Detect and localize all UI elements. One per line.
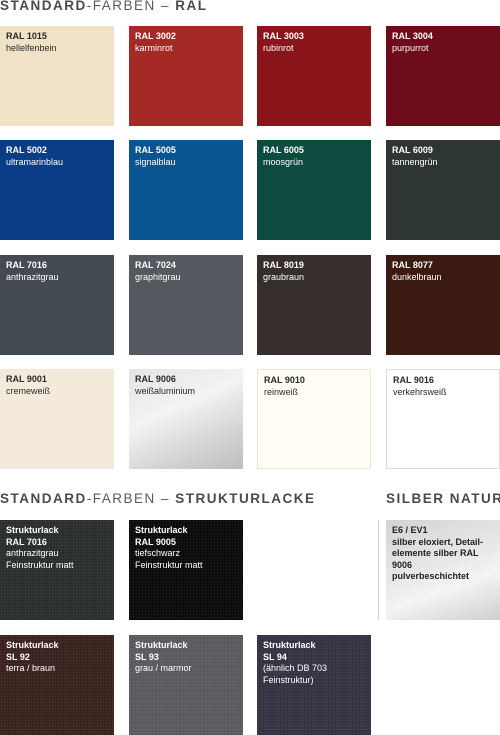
strukturlack-title-line: Strukturlack	[263, 640, 316, 650]
strukturlack-detail-line: (ähnlich DB 703	[263, 663, 328, 673]
ral-code: RAL 8019	[263, 260, 304, 270]
strukturlack-text: Strukturlack RAL 9005 tiefschwarz Feinstruk…	[135, 525, 203, 571]
ral-color-name: dunkelbraun	[392, 272, 442, 282]
struct-section-heading: STANDARD-FARBEN – STRUKTURLACKE	[0, 491, 316, 506]
silver-line: pulverbeschichtet	[392, 571, 470, 581]
heading-part-standard: STANDARD	[0, 0, 87, 13]
ral-swatch: RAL 7016 anthrazitgrau	[0, 255, 114, 355]
ral-color-name: graphitgrau	[135, 272, 181, 282]
ral-color-name: anthrazitgrau	[6, 272, 59, 282]
ral-swatch: RAL 3002 karminrot	[129, 26, 243, 126]
strukturlack-text: Strukturlack SL 92 terra / braun	[6, 640, 59, 675]
heading-part-standard: STANDARD	[0, 491, 87, 506]
strukturlack-detail-line: Feinstruktur)	[263, 674, 314, 685]
ral-swatch: RAL 9006 weißaluminium	[129, 369, 243, 469]
ral-color-name: reinweiß	[264, 387, 299, 397]
strukturlack-detail-line: tiefschwarz	[135, 548, 181, 558]
heading-part-farben: -FARBEN –	[86, 491, 176, 506]
strukturlack-title-line: Strukturlack	[6, 640, 59, 650]
strukturlack-swatch: Strukturlack SL 92 terra / braun	[0, 635, 114, 735]
strukturlack-title-line: SL 92	[6, 651, 30, 662]
ral-swatch: RAL 6009 tannengrün	[386, 140, 500, 240]
strukturlack-detail-line: anthrazitgrau	[6, 548, 59, 558]
heading-part-ral: RAL	[175, 0, 208, 13]
ral-color-name: moosgrün	[263, 157, 304, 167]
strukturlack-swatch: Strukturlack SL 93 grau / marmor	[129, 635, 243, 735]
ral-code: RAL 5005	[135, 145, 176, 155]
strukturlack-swatch: Strukturlack SL 94 (ähnlich DB 703 Feinstru…	[257, 635, 371, 735]
ral-code: RAL 5002	[6, 145, 47, 155]
strukturlack-swatch: Strukturlack RAL 9005 tiefschwarz Feinstruk…	[129, 520, 243, 620]
ral-color-name: karminrot	[135, 43, 173, 53]
ral-code: RAL 3004	[392, 31, 433, 41]
strukturlack-detail-line: terra / braun	[6, 663, 56, 673]
section-divider	[378, 520, 379, 620]
ral-swatch: RAL 5002 ultramarinblau	[0, 140, 114, 240]
strukturlack-text: Strukturlack SL 93 grau / marmor	[135, 640, 192, 675]
strukturlack-title-line: SL 93	[135, 651, 159, 662]
ral-color-name: purpurrot	[392, 43, 429, 53]
ral-swatch: RAL 7024 graphitgrau	[129, 255, 243, 355]
ral-color-name: weißaluminium	[135, 386, 196, 396]
ral-swatch: RAL 9016 verkehrsweiß	[386, 369, 500, 469]
ral-swatch: RAL 9010 reinweiß	[257, 369, 371, 469]
ral-swatch: RAL 1015 hellelfenbein	[0, 26, 114, 126]
strukturlack-text: Strukturlack SL 94 (ähnlich DB 703 Feinstru…	[263, 640, 327, 686]
strukturlack-detail-line: grau / marmor	[135, 663, 192, 673]
ral-code: RAL 7024	[135, 260, 176, 270]
ral-code: RAL 1015	[6, 31, 47, 41]
silver-line: E6 / EV1	[392, 525, 428, 535]
strukturlack-detail-line: Feinstruktur matt	[6, 559, 74, 570]
ral-color-name: rubinrot	[263, 43, 294, 53]
ral-code: RAL 7016	[6, 260, 47, 270]
ral-color-name: signalblau	[135, 157, 176, 167]
ral-swatch: RAL 6005 moosgrün	[257, 140, 371, 240]
silver-line: elemente silber RAL 9006	[392, 548, 479, 570]
ral-color-name: verkehrsweiß	[393, 387, 447, 397]
silver-natur-text: E6 / EV1 silber eloxiert, Detail- elemen…	[392, 525, 500, 583]
ral-color-name: ultramarinblau	[6, 157, 64, 167]
ral-code: RAL 9010	[264, 375, 305, 385]
silver-section-heading: SILBER NATUR	[386, 491, 500, 506]
silver-line: silber eloxiert, Detail-	[392, 536, 484, 547]
silver-natur-swatch: E6 / EV1 silber eloxiert, Detail- elemen…	[386, 520, 500, 620]
strukturlack-detail-line: Feinstruktur matt	[135, 559, 203, 570]
ral-swatch: RAL 5005 signalblau	[129, 140, 243, 240]
ral-swatch: RAL 3003 rubinrot	[257, 26, 371, 126]
strukturlack-title-line: RAL 9005	[135, 536, 176, 547]
strukturlack-title-line: Strukturlack	[6, 525, 59, 535]
strukturlack-title-line: SL 94	[263, 651, 287, 662]
heading-part-strukturlacke: STRUKTURLACKE	[175, 491, 316, 506]
ral-code: RAL 9016	[393, 375, 434, 385]
ral-color-name: tannengrün	[392, 157, 438, 167]
ral-code: RAL 3003	[263, 31, 304, 41]
ral-swatch: RAL 3004 purpurrot	[386, 26, 500, 126]
heading-part-farben: -FARBEN –	[86, 0, 176, 13]
strukturlack-text: Strukturlack RAL 7016 anthrazitgrau Feinstr…	[6, 525, 74, 571]
ral-code: RAL 8077	[392, 260, 433, 270]
ral-color-name: graubraun	[263, 272, 305, 282]
strukturlack-title-line: Strukturlack	[135, 640, 188, 650]
ral-section-heading: STANDARD-FARBEN – RAL	[0, 0, 208, 13]
ral-swatch: RAL 8077 dunkelbraun	[386, 255, 500, 355]
ral-swatch: RAL 9001 cremeweiß	[0, 369, 114, 469]
strukturlack-title-line: RAL 7016	[6, 536, 47, 547]
ral-code: RAL 3002	[135, 31, 176, 41]
ral-code: RAL 9001	[6, 374, 47, 384]
ral-swatch: RAL 8019 graubraun	[257, 255, 371, 355]
ral-color-name: hellelfenbein	[6, 43, 57, 53]
strukturlack-title-line: Strukturlack	[135, 525, 188, 535]
silber-natur-title: SILBER NATUR	[386, 491, 500, 506]
ral-color-name: cremeweiß	[6, 386, 51, 396]
strukturlack-swatch: Strukturlack RAL 7016 anthrazitgrau Feinstr…	[0, 520, 114, 620]
ral-code: RAL 6005	[263, 145, 304, 155]
ral-code: RAL 9006	[135, 374, 176, 384]
ral-code: RAL 6009	[392, 145, 433, 155]
